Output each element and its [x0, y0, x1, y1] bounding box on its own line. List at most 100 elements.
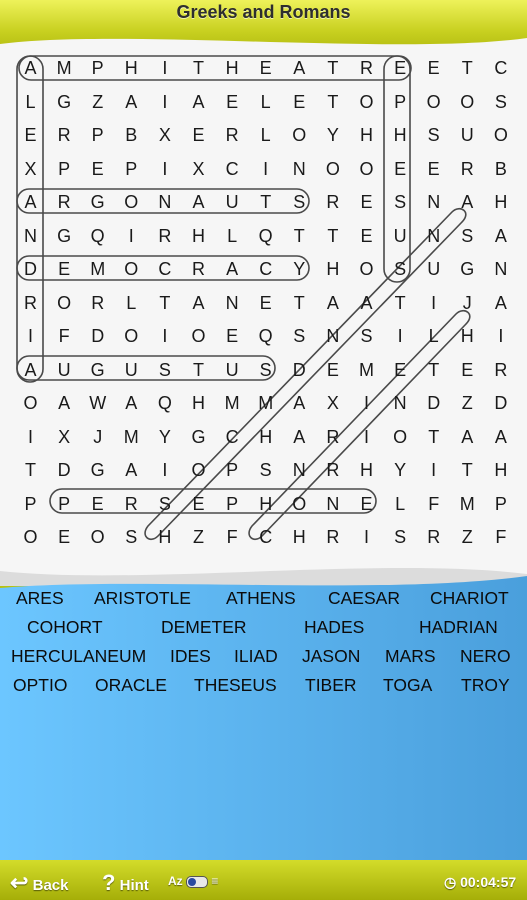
- grid-cell[interactable]: H: [484, 460, 517, 480]
- grid-cell[interactable]: Q: [81, 226, 114, 246]
- grid-cell[interactable]: A: [48, 393, 81, 413]
- grid-cell[interactable]: I: [148, 58, 181, 78]
- grid-cell[interactable]: D: [14, 259, 47, 279]
- grid-cell[interactable]: M: [81, 259, 114, 279]
- grid-cell[interactable]: M: [350, 360, 383, 380]
- grid-cell[interactable]: I: [148, 159, 181, 179]
- grid-cell[interactable]: A: [14, 192, 47, 212]
- grid-cell[interactable]: H: [316, 259, 349, 279]
- grid-cell[interactable]: E: [182, 125, 215, 145]
- grid-cell[interactable]: I: [148, 460, 181, 480]
- grid-cell[interactable]: B: [518, 125, 527, 145]
- grid-cell[interactable]: E: [249, 58, 282, 78]
- grid-cell[interactable]: T: [283, 226, 316, 246]
- grid-cell[interactable]: R: [316, 427, 349, 447]
- grid-cell[interactable]: E: [216, 326, 249, 346]
- grid-cell[interactable]: G: [451, 259, 484, 279]
- grid-cell[interactable]: I: [148, 92, 181, 112]
- grid-cell[interactable]: T: [14, 460, 47, 480]
- grid-cell[interactable]: H: [484, 192, 517, 212]
- grid-cell[interactable]: A: [484, 226, 517, 246]
- grid-cell[interactable]: I: [148, 326, 181, 346]
- grid-cell[interactable]: H: [451, 326, 484, 346]
- grid-cell[interactable]: T: [182, 58, 215, 78]
- grid-cell[interactable]: E: [417, 159, 450, 179]
- grid-cell[interactable]: A: [316, 293, 349, 313]
- grid-cell[interactable]: A: [518, 58, 527, 78]
- grid-cell[interactable]: I: [350, 527, 383, 547]
- grid-cell[interactable]: Y: [316, 125, 349, 145]
- grid-cell[interactable]: D: [48, 460, 81, 480]
- grid-cell[interactable]: H: [182, 393, 215, 413]
- grid-cell[interactable]: U: [216, 192, 249, 212]
- puzzle-grid-area[interactable]: AMPHITHEATREETCALGZAIAELETOPOOSERPBXERLO…: [0, 26, 527, 586]
- grid-cell[interactable]: W: [81, 393, 114, 413]
- grid-cell[interactable]: E: [283, 92, 316, 112]
- grid-cell[interactable]: P: [216, 494, 249, 514]
- grid-cell[interactable]: E: [14, 125, 47, 145]
- grid-cell[interactable]: Y: [283, 259, 316, 279]
- grid-cell[interactable]: A: [14, 58, 47, 78]
- grid-cell[interactable]: E: [216, 92, 249, 112]
- grid-cell[interactable]: P: [14, 494, 47, 514]
- grid-cell[interactable]: X: [316, 393, 349, 413]
- grid-cell[interactable]: O: [14, 527, 47, 547]
- grid-cell[interactable]: A: [115, 460, 148, 480]
- grid-cell[interactable]: H: [148, 527, 181, 547]
- grid-cell[interactable]: U: [115, 360, 148, 380]
- grid-cell[interactable]: A: [283, 393, 316, 413]
- grid-cell[interactable]: S: [384, 527, 417, 547]
- grid-cell[interactable]: M: [48, 58, 81, 78]
- grid-cell[interactable]: S: [417, 125, 450, 145]
- grid-cell[interactable]: R: [216, 125, 249, 145]
- grid-cell[interactable]: L: [249, 125, 282, 145]
- grid-cell[interactable]: C: [148, 259, 181, 279]
- grid-cell[interactable]: R: [48, 125, 81, 145]
- grid-cell[interactable]: T: [182, 360, 215, 380]
- grid-cell[interactable]: O: [417, 92, 450, 112]
- grid-cell[interactable]: A: [182, 92, 215, 112]
- grid-cell[interactable]: R: [451, 159, 484, 179]
- grid-cell[interactable]: F: [48, 326, 81, 346]
- grid-cell[interactable]: P: [484, 494, 517, 514]
- grid-cell[interactable]: X: [148, 125, 181, 145]
- grid-cell[interactable]: H: [384, 125, 417, 145]
- grid-cell[interactable]: T: [316, 58, 349, 78]
- grid-cell[interactable]: O: [115, 326, 148, 346]
- grid-cell[interactable]: M: [216, 393, 249, 413]
- grid-cell[interactable]: F: [417, 494, 450, 514]
- grid-cell[interactable]: U: [384, 226, 417, 246]
- grid-cell[interactable]: T: [417, 360, 450, 380]
- grid-cell[interactable]: B: [115, 125, 148, 145]
- grid-cell[interactable]: P: [81, 58, 114, 78]
- grid-cell[interactable]: P: [115, 159, 148, 179]
- grid-cell[interactable]: O: [81, 527, 114, 547]
- grid-cell[interactable]: E: [350, 226, 383, 246]
- grid-cell[interactable]: Q: [148, 393, 181, 413]
- grid-cell[interactable]: H: [216, 58, 249, 78]
- grid-cell[interactable]: O: [115, 192, 148, 212]
- grid-cell[interactable]: C: [249, 527, 282, 547]
- grid-cell[interactable]: S: [249, 460, 282, 480]
- grid-cell[interactable]: O: [115, 259, 148, 279]
- grid-cell[interactable]: H: [283, 527, 316, 547]
- grid-cell[interactable]: S: [451, 226, 484, 246]
- grid-cell[interactable]: I: [417, 460, 450, 480]
- grid-cell[interactable]: E: [182, 494, 215, 514]
- grid-cell[interactable]: E: [249, 293, 282, 313]
- grid-cell[interactable]: O: [350, 92, 383, 112]
- back-button[interactable]: ↩ Back: [10, 870, 68, 896]
- grid-cell[interactable]: O: [48, 293, 81, 313]
- grid-cell[interactable]: G: [182, 427, 215, 447]
- grid-cell[interactable]: H: [249, 494, 282, 514]
- grid-cell[interactable]: E: [417, 58, 450, 78]
- grid-cell[interactable]: R: [14, 293, 47, 313]
- grid-cell[interactable]: T: [316, 226, 349, 246]
- grid-cell[interactable]: O: [350, 159, 383, 179]
- grid-cell[interactable]: A: [350, 293, 383, 313]
- grid-cell[interactable]: A: [451, 427, 484, 447]
- grid-cell[interactable]: M: [451, 494, 484, 514]
- grid-cell[interactable]: O: [182, 326, 215, 346]
- grid-cell[interactable]: L: [216, 226, 249, 246]
- grid-cell[interactable]: E: [451, 360, 484, 380]
